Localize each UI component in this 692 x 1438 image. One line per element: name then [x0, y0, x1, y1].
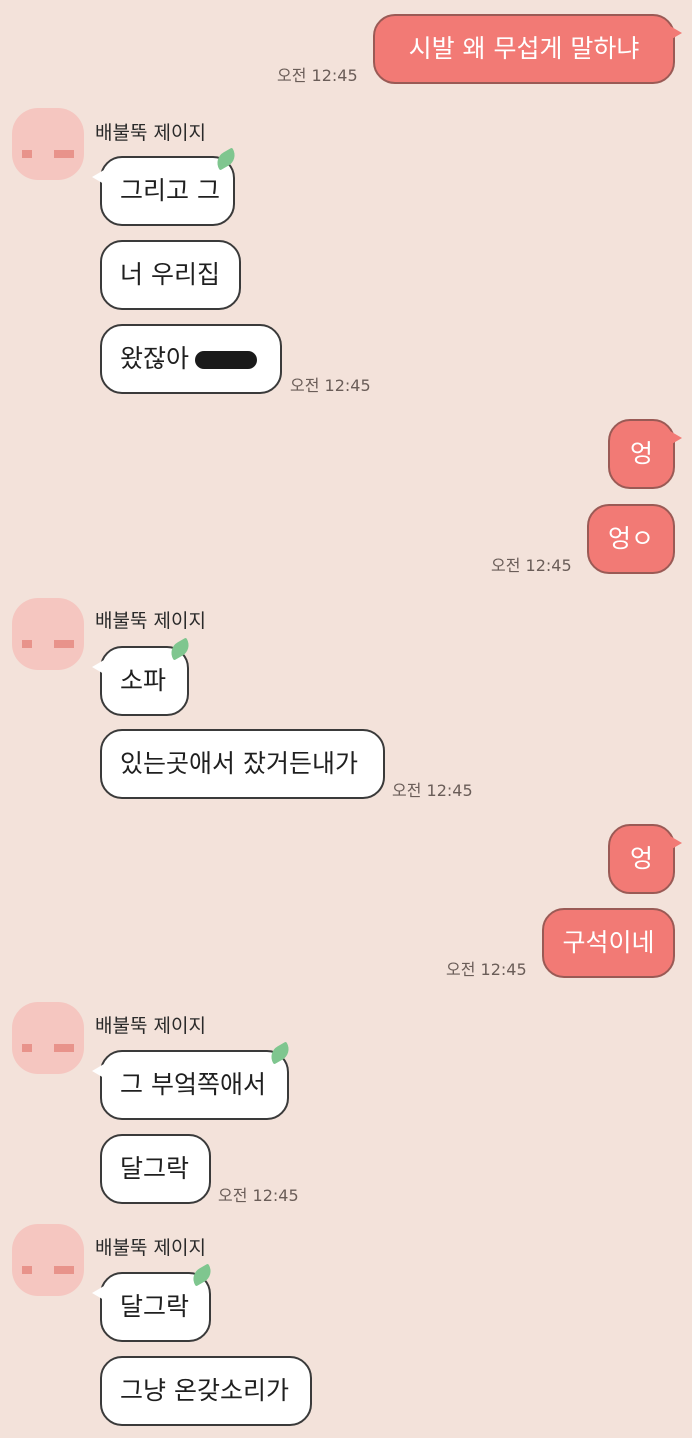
sender-name: 배불뚝 제이지	[95, 1237, 206, 1259]
message-timestamp: 오전 12:45	[277, 66, 358, 85]
sender-name: 배불뚝 제이지	[95, 1015, 206, 1037]
incoming-message-bubble[interactable]: 그냥 온갖소리가	[100, 1356, 312, 1426]
incoming-message-bubble[interactable]: 소파	[92, 637, 194, 716]
message-text: 그리고 그	[120, 176, 220, 205]
incoming-message-bubble[interactable]: 달그락	[92, 1263, 216, 1342]
sender-name: 배불뚝 제이지	[95, 610, 206, 632]
message-text: 왔잖아	[120, 344, 190, 373]
message-text: 달그락	[120, 1154, 190, 1183]
message-timestamp: 오전 12:45	[446, 960, 527, 979]
message-text: 엉	[629, 844, 653, 873]
leaf-icon	[166, 637, 194, 661]
chat-conversation: 시발 왜 무섭게 말하냐 오전 12:45 배불뚝 제이지 그리고 그 너 우리…	[0, 0, 692, 1438]
incoming-message-bubble[interactable]: 달그락	[100, 1134, 211, 1204]
message-timestamp: 오전 12:45	[491, 556, 572, 575]
message-text: 너 우리집	[120, 260, 220, 289]
message-text: 시발 왜 무섭게 말하냐	[408, 34, 640, 63]
message-text: 엉	[629, 439, 653, 468]
message-text: 달그락	[120, 1292, 190, 1321]
message-text: 소파	[120, 666, 167, 695]
incoming-message-bubble[interactable]: 그 부엌쪽애서	[92, 1041, 294, 1120]
leaf-icon	[212, 147, 240, 171]
leaf-icon	[188, 1263, 216, 1287]
sender-name: 배불뚝 제이지	[95, 122, 206, 144]
redaction-scribble	[195, 351, 258, 369]
outgoing-message-bubble[interactable]: 시발 왜 무섭게 말하냐	[373, 14, 682, 84]
message-text: 엉ㅇ	[607, 524, 654, 553]
message-text: 있는곳애서 잤거든내가	[120, 749, 358, 778]
message-timestamp: 오전 12:45	[218, 1186, 299, 1205]
incoming-message-bubble[interactable]: 있는곳애서 잤거든내가	[100, 729, 385, 799]
avatar[interactable]	[12, 108, 84, 180]
incoming-message-bubble[interactable]: 그리고 그	[92, 147, 240, 226]
avatar[interactable]	[12, 1224, 84, 1296]
message-text: 그 부엌쪽애서	[120, 1070, 266, 1099]
outgoing-message-bubble[interactable]: 구석이네	[542, 908, 675, 978]
message-timestamp: 오전 12:45	[392, 781, 473, 800]
avatar[interactable]	[12, 1002, 84, 1074]
message-text: 구석이네	[562, 928, 655, 957]
message-text: 그냥 온갖소리가	[120, 1376, 289, 1405]
outgoing-message-bubble[interactable]: 엉	[608, 824, 682, 894]
outgoing-message-bubble[interactable]: 엉	[608, 419, 682, 489]
avatar[interactable]	[12, 598, 84, 670]
outgoing-message-bubble[interactable]: 엉ㅇ	[587, 504, 675, 574]
message-timestamp: 오전 12:45	[290, 376, 371, 395]
leaf-icon	[266, 1041, 294, 1065]
incoming-message-bubble[interactable]: 너 우리집	[100, 240, 241, 310]
incoming-message-bubble[interactable]: 왔잖아	[100, 324, 282, 394]
